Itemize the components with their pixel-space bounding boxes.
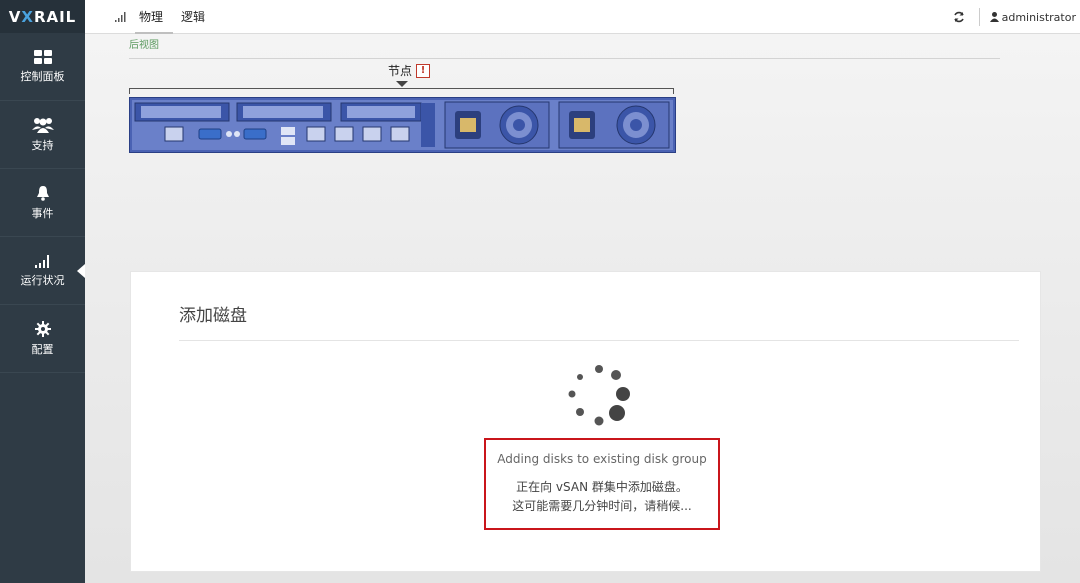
support-users-icon — [31, 117, 54, 133]
dashboard-icon — [33, 49, 52, 64]
sidebar-item-label: 控制面板 — [20, 69, 65, 83]
add-disk-panel: 添加磁盘 Adding disks to existing disk group… — [130, 271, 1041, 572]
status-message-box: Adding disks to existing disk group 正在向 … — [484, 438, 720, 530]
signal-bars-icon — [115, 11, 126, 22]
bell-icon — [36, 185, 49, 201]
logo-text-prefix: V — [8, 7, 22, 26]
node-caret-icon — [396, 81, 408, 87]
signal-bars-icon — [34, 254, 49, 268]
refresh-icon[interactable] — [953, 11, 965, 23]
sidebar-item-events[interactable]: 事件 — [0, 169, 85, 237]
panel-divider — [179, 340, 1019, 341]
panel-title: 添加磁盘 — [179, 306, 247, 326]
top-bar: 物理 逻辑 administrator — [85, 0, 1080, 34]
node-label[interactable]: 节点 ! — [388, 62, 431, 79]
section-divider — [129, 58, 1000, 59]
logo-text-x: X — [21, 7, 34, 26]
logo-text-suffix: RAIL — [33, 7, 77, 26]
status-line-2: 这可能需要几分钟时间，请稍候... — [512, 499, 692, 513]
status-line-1: 正在向 vSAN 群集中添加磁盘。 — [516, 480, 688, 494]
server-rear-view[interactable] — [129, 97, 676, 153]
header-divider — [978, 8, 980, 26]
alert-badge[interactable]: ! — [416, 63, 431, 78]
rear-view-label: 后视图 — [129, 40, 159, 51]
gear-icon — [34, 320, 51, 337]
sidebar-item-health[interactable]: 运行状况 — [0, 237, 85, 305]
sidebar-item-config[interactable]: 配置 — [0, 305, 85, 373]
sidebar-item-dashboard[interactable]: 控制面板 — [0, 33, 85, 101]
node-label-text: 节点 — [388, 64, 413, 78]
tab-physical[interactable]: 物理 — [134, 0, 174, 34]
sidebar-item-support[interactable]: 支持 — [0, 101, 85, 169]
tab-logical[interactable]: 逻辑 — [181, 0, 205, 34]
sidebar-item-label: 事件 — [31, 206, 54, 220]
main-content: 后视图 节点 ! 添加磁盘 Adding disks to existing d… — [85, 34, 1080, 583]
sidebar-item-label: 支持 — [31, 138, 54, 152]
loading-spinner-icon — [568, 365, 630, 426]
sidebar: V X RAIL 控制面板 支持 事件 运行状况 配置 — [0, 0, 85, 583]
vxrail-logo[interactable]: V X RAIL — [0, 0, 85, 33]
status-message-en: Adding disks to existing disk group — [497, 452, 707, 466]
sidebar-item-label: 运行状况 — [20, 273, 65, 287]
top-right-controls: administrator — [953, 0, 1076, 34]
user-icon — [989, 12, 999, 22]
sidebar-item-label: 配置 — [31, 342, 54, 356]
node-bracket — [129, 88, 674, 94]
status-message-zh: 正在向 vSAN 群集中添加磁盘。 这可能需要几分钟时间，请稍候... — [486, 478, 718, 516]
user-menu[interactable]: administrator — [1002, 11, 1076, 24]
